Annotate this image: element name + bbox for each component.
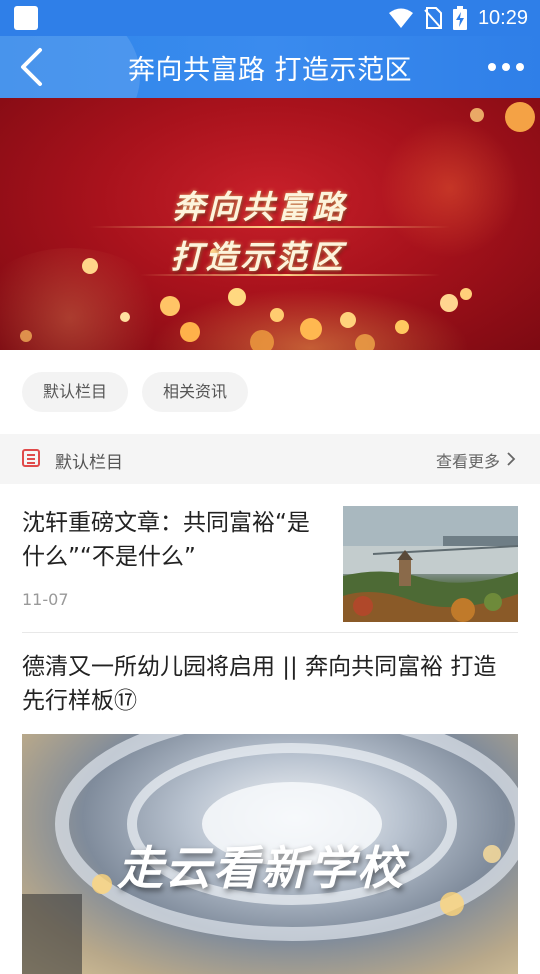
- nav-bar: 奔向共富路 打造示范区: [0, 36, 540, 98]
- section-header: 默认栏目 查看更多: [0, 434, 540, 484]
- page-title: 奔向共富路 打造示范区: [127, 55, 413, 86]
- article-date: 11-07: [22, 590, 69, 609]
- city-river-image: [343, 506, 518, 622]
- status-time: 10:29: [477, 6, 528, 29]
- article-thumbnail[interactable]: [343, 506, 518, 622]
- view-more-link[interactable]: 查看更多: [436, 448, 500, 472]
- section-title: 默认栏目: [55, 453, 123, 473]
- no-sim-icon: [424, 7, 442, 29]
- chevron-right-icon[interactable]: [504, 451, 518, 467]
- article-image[interactable]: 走云看新学校: [22, 734, 518, 974]
- tab-default-column[interactable]: 默认栏目: [22, 372, 129, 412]
- list-icon: [22, 449, 40, 467]
- column-tabs: 默认栏目 相关资讯: [22, 372, 249, 412]
- article-title[interactable]: 沈轩重磅文章：共同富裕“是什么”“不是什么”: [22, 506, 322, 574]
- more-dot-icon: [502, 63, 510, 71]
- more-menu-button[interactable]: [484, 50, 528, 84]
- tab-related-news[interactable]: 相关资讯: [142, 372, 249, 412]
- list-item[interactable]: 沈轩重磅文章：共同富裕“是什么”“不是什么” 11-07: [22, 506, 518, 633]
- wifi-icon: [388, 8, 413, 28]
- status-bar: 10:29: [0, 0, 540, 36]
- image-caption: 走云看新学校: [117, 841, 405, 895]
- battery-charging-icon: [452, 6, 467, 30]
- more-dot-icon: [488, 63, 496, 71]
- banner-title-line2: 打造示范区: [170, 238, 346, 276]
- notification-icon: [14, 6, 38, 30]
- banner-title-line1: 奔向共富路: [172, 188, 348, 226]
- list-item[interactable]: 德清又一所幼儿园将启用 || 奔向共同富裕 打造先行样板⑰ 走云看新学校: [22, 650, 518, 974]
- more-dot-icon: [516, 63, 524, 71]
- article-title[interactable]: 德清又一所幼儿园将启用 || 奔向共同富裕 打造先行样板⑰: [22, 650, 518, 718]
- topic-banner: 奔向共富路 打造示范区: [0, 98, 540, 350]
